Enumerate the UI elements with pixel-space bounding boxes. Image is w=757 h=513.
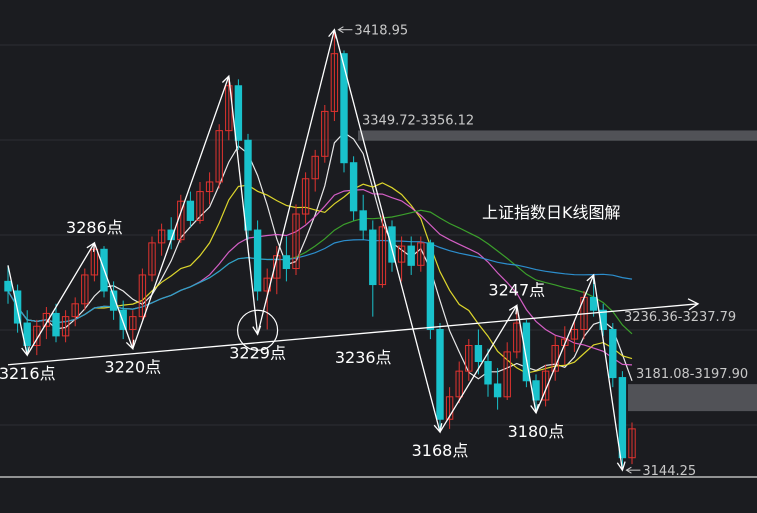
annotation-label-1: 3216点: [0, 364, 56, 383]
price-mark-label-0: 3418.95: [354, 24, 408, 39]
annotation-label-2: 3220点: [104, 358, 161, 377]
candle-body-45: [436, 328, 444, 420]
candle-body-25: [244, 139, 252, 231]
candle-body-44: [426, 242, 435, 330]
annotation-label-6: 3247点: [488, 280, 545, 299]
candle-body-5: [52, 312, 60, 337]
candlesticks: [4, 29, 636, 471]
annotation-label-3: 3229点: [229, 343, 286, 362]
zigzag-segment-4: [228, 76, 259, 335]
price-zone-0: [358, 130, 757, 141]
candle-body-29: [282, 255, 291, 270]
annotation-label-5: 3168点: [412, 441, 469, 460]
zigzag-segment-5: [256, 29, 336, 335]
annotation-label-4: 3236点: [335, 348, 392, 367]
price-zone-1: [628, 384, 757, 412]
candle-body-51: [493, 383, 502, 398]
candle-body-19: [186, 200, 195, 221]
price-mark-label-1: 3144.25: [642, 464, 696, 479]
candle-body-50: [484, 361, 492, 385]
candle-body-49: [474, 344, 483, 363]
candle-body-36: [349, 162, 358, 212]
zigzag-segment-10: [592, 274, 624, 471]
candle-body-26: [253, 229, 262, 292]
kline-chart-svg: 3349.72-3356.12 3181.08-3197.90 3236.36-3…: [0, 24, 757, 479]
zigzag-segment-6: [333, 29, 441, 433]
kline-chart: 3349.72-3356.12 3181.08-3197.90 3236.36-3…: [0, 0, 757, 513]
zigzag-arrow-1: [86, 241, 96, 252]
candle-body-63: [609, 328, 617, 379]
neckline-label: 3236.36-3237.79: [624, 310, 736, 325]
zigzag-arrow-7: [508, 304, 518, 315]
zigzag-segment-3: [132, 75, 230, 349]
price-zone-label-0: 3349.72-3356.12: [362, 113, 474, 128]
zigzag-segment-2: [93, 242, 134, 349]
candle-body-64: [618, 377, 627, 459]
candle-body-35: [340, 53, 348, 164]
candle-body-61: [589, 296, 598, 311]
price-zone-label-1: 3181.08-3197.90: [636, 367, 748, 382]
candle-body-24: [234, 85, 243, 141]
annotation-label-7: 3180点: [508, 422, 565, 441]
zigzag-segment-0: [7, 265, 28, 356]
candle-body-38: [369, 229, 377, 286]
candle-body-42: [407, 245, 415, 266]
chart-title: 上证指数日K线图解: [482, 203, 621, 222]
candle-body-37: [359, 210, 367, 231]
candle-body-0: [4, 280, 12, 292]
annotation-label-0: 3286点: [66, 218, 123, 237]
